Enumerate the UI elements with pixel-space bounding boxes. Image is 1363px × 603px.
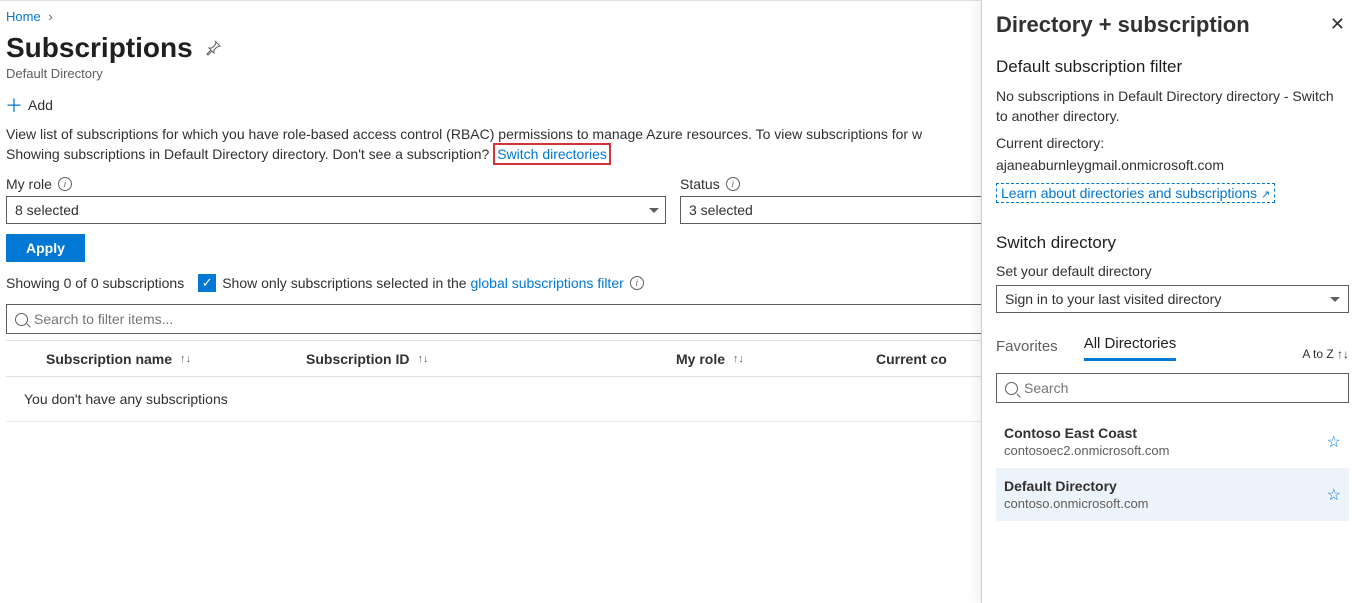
directory-item[interactable]: Default Directory contoso.onmicrosoft.com… [996,468,1349,521]
result-count: Showing 0 of 0 subscriptions [6,275,184,291]
learn-link[interactable]: Learn about directories and subscription… [996,183,1275,203]
directory-domain: contoso.onmicrosoft.com [1004,496,1149,511]
info-icon[interactable]: i [630,276,644,290]
default-dir-value: Sign in to your last visited directory [1005,291,1221,307]
directory-item[interactable]: Contoso East Coast contosoec2.onmicrosoft… [996,415,1349,468]
apply-button[interactable]: Apply [6,234,85,262]
pin-icon[interactable] [205,40,221,56]
directory-subscription-panel: Directory + subscription ✕ Default subsc… [981,0,1363,603]
status-value: 3 selected [689,202,753,218]
tab-favorites[interactable]: Favorites [996,338,1058,361]
directory-search[interactable] [996,373,1349,403]
current-dir-label: Current directory: [996,134,1349,154]
switch-directories-link[interactable]: Switch directories [497,146,607,162]
info-icon[interactable]: i [726,177,740,191]
col-subscription-id[interactable]: Subscription ID ↑↓ [306,351,676,367]
chevron-right-icon: › [44,9,56,24]
search-icon [15,313,28,326]
current-dir: ajaneaburnleygmail.onmicrosoft.com [996,156,1349,176]
filter-msg: No subscriptions in Default Directory di… [996,87,1349,126]
my-role-value: 8 selected [15,202,79,218]
default-directory-dropdown[interactable]: Sign in to your last visited directory [996,285,1349,313]
star-icon[interactable]: ☆ [1327,485,1341,505]
sort-toggle[interactable]: A to Z ↑↓ [1302,347,1349,361]
switch-heading: Switch directory [996,233,1349,253]
breadcrumb-home[interactable]: Home [6,9,41,24]
chevron-down-icon [1330,297,1340,302]
my-role-dropdown[interactable]: 8 selected [6,196,666,224]
chevron-down-icon [649,208,659,213]
panel-title: Directory + subscription [996,12,1250,38]
add-label: Add [28,97,53,113]
default-dir-label: Set your default directory [996,263,1349,279]
search-icon [1005,382,1018,395]
add-button[interactable]: ＋ Add [6,97,53,113]
tab-all-directories[interactable]: All Directories [1084,335,1177,361]
sort-icon: ↑↓ [733,353,744,365]
col-my-role[interactable]: My role ↑↓ [676,351,876,367]
info-icon[interactable]: i [58,177,72,191]
show-only-label: Show only subscriptions selected in the … [222,275,624,291]
page-title: Subscriptions [6,32,193,64]
sort-icon: ↑↓ [417,353,428,365]
my-role-label: My role [6,176,52,192]
status-label: Status [680,176,720,192]
plus-icon: ＋ [6,97,22,113]
directory-name: Contoso East Coast [1004,425,1169,441]
filter-heading: Default subscription filter [996,57,1349,77]
sort-icon: ↑↓ [180,353,191,365]
show-only-checkbox[interactable]: ✓ [198,274,216,292]
directory-domain: contosoec2.onmicrosoft.com [1004,443,1169,458]
star-icon[interactable]: ☆ [1327,432,1341,452]
directory-search-input[interactable] [1024,380,1340,396]
directory-name: Default Directory [1004,478,1149,494]
global-filter-link[interactable]: global subscriptions filter [470,275,623,291]
col-subscription-name[interactable]: Subscription name ↑↓ [46,351,306,367]
close-icon[interactable]: ✕ [1326,10,1349,39]
